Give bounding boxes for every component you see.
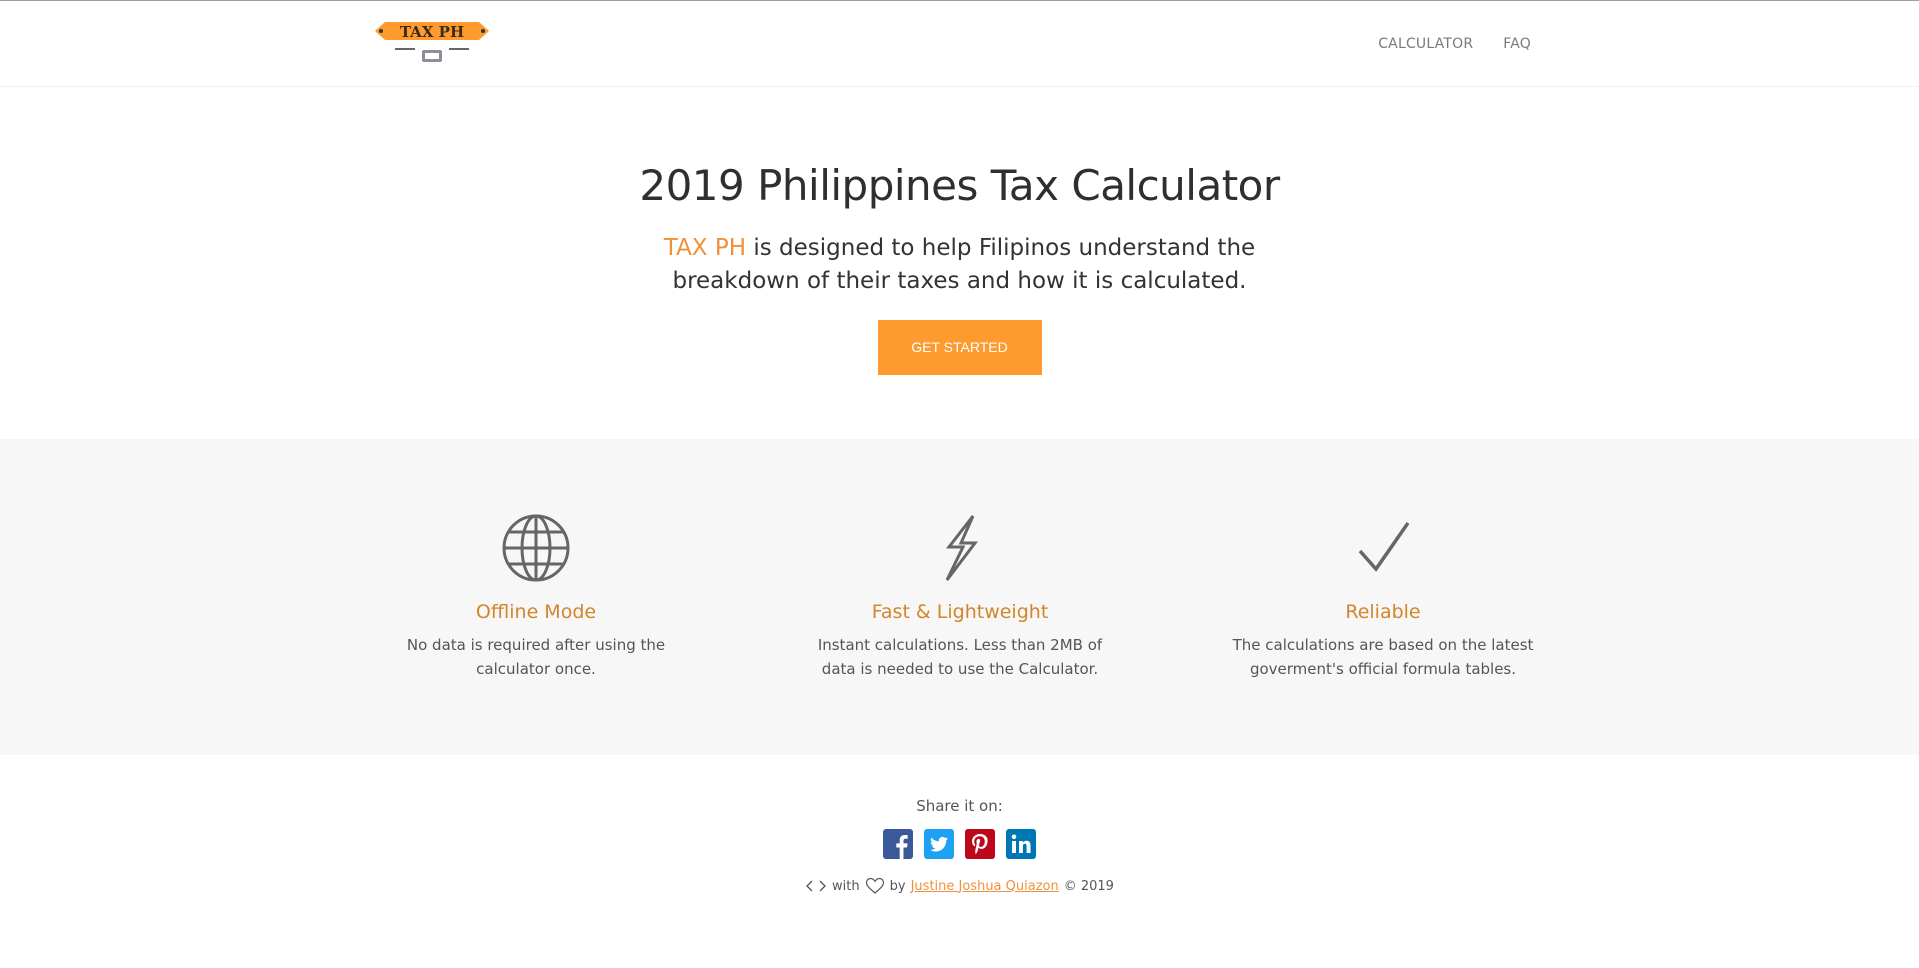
credit-line: with by Justine Joshua Quiazon © 2019	[0, 877, 1919, 895]
social-links	[0, 829, 1919, 859]
brand-name: TAX PH	[663, 235, 747, 261]
feature-title: Reliable	[1345, 601, 1421, 623]
linkedin-share-link[interactable]	[1006, 829, 1036, 859]
feature-title: Fast & Lightweight	[871, 601, 1049, 623]
hero-lead: TAX PH is designed to help Filipinos und…	[600, 232, 1320, 298]
logo[interactable]: TAX PH	[375, 20, 489, 66]
feature-reliable: Reliable The calculations are based on t…	[1218, 513, 1548, 681]
credit-by: by	[889, 878, 906, 894]
lightning-icon	[945, 515, 979, 581]
facebook-icon	[883, 829, 913, 859]
nav-links: CALCULATOR FAQ	[1378, 36, 1531, 52]
linkedin-icon	[1006, 829, 1036, 859]
globe-icon	[502, 514, 570, 582]
logo-image: TAX PH	[375, 22, 489, 62]
feature-offline-mode: Offline Mode No data is required after u…	[371, 513, 701, 681]
svg-text:TAX PH: TAX PH	[400, 23, 464, 41]
feature-text: The calculations are based on the latest…	[1232, 636, 1534, 678]
hero-lead-text: is designed to help Filipinos understand…	[672, 235, 1256, 294]
nav-faq[interactable]: FAQ	[1503, 36, 1531, 52]
features-section: Offline Mode No data is required after u…	[0, 439, 1919, 755]
get-started-button[interactable]: GET STARTED	[877, 320, 1042, 375]
page-title: 2019 Philippines Tax Calculator	[639, 161, 1280, 210]
twitter-icon	[924, 829, 954, 859]
feature-text: No data is required after using the calc…	[406, 636, 666, 678]
pinterest-icon	[965, 829, 995, 859]
code-icon	[806, 880, 826, 892]
feature-title: Offline Mode	[475, 601, 597, 623]
checkmark-icon	[1358, 522, 1410, 572]
facebook-share-link[interactable]	[883, 829, 913, 859]
heart-icon	[865, 877, 884, 894]
navbar: TAX PH CALCULATOR FAQ	[0, 1, 1919, 87]
share-label: Share it on:	[916, 797, 1003, 815]
nav-calculator[interactable]: CALCULATOR	[1378, 36, 1473, 52]
hero-section: 2019 Philippines Tax Calculator TAX PH i…	[0, 87, 1919, 439]
twitter-share-link[interactable]	[924, 829, 954, 859]
author-link[interactable]: Justine Joshua Quiazon	[911, 879, 1059, 894]
credit-with: with	[832, 878, 860, 894]
pinterest-share-link[interactable]	[965, 829, 995, 859]
feature-fast-lightweight: Fast & Lightweight Instant calculations.…	[795, 513, 1125, 681]
copyright: © 2019	[1063, 878, 1114, 894]
footer: Share it on: with by Justine Joshua Quia…	[0, 755, 1919, 968]
feature-text: Instant calculations. Less than 2MB of d…	[817, 636, 1103, 678]
